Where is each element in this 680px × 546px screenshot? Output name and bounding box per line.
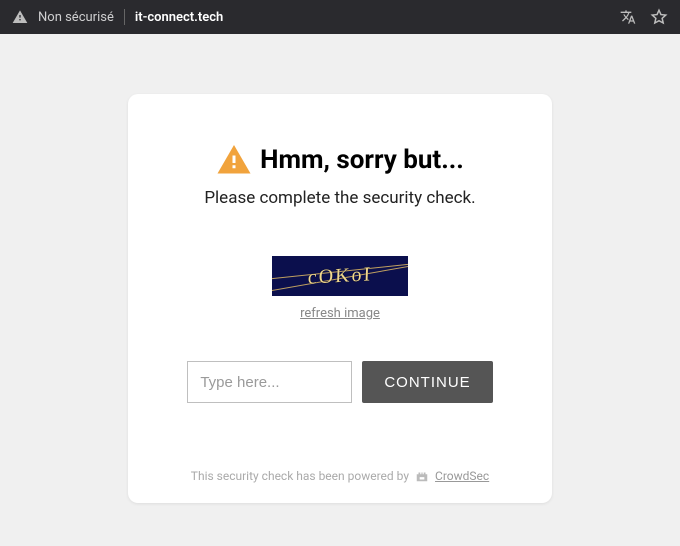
address-right [620,8,668,26]
page-subtitle: Please complete the security check. [164,188,516,208]
captcha-block: cOKoI refresh image [164,256,516,321]
translate-icon[interactable] [620,9,636,25]
address-divider [124,9,125,25]
warning-triangle-icon [216,142,252,178]
address-left: Non sécurisé it-connect.tech [12,9,620,25]
captcha-input-row: CONTINUE [164,361,516,403]
bookmark-star-icon[interactable] [650,8,668,26]
captcha-input[interactable] [187,361,352,403]
security-status-label: Non sécurisé [38,10,114,25]
page-body: Hmm, sorry but... Please complete the se… [0,34,680,503]
castle-icon [415,469,429,483]
page-title: Hmm, sorry but... [260,145,464,175]
refresh-captcha-link[interactable]: refresh image [300,306,380,321]
captcha-card: Hmm, sorry but... Please complete the se… [128,94,552,503]
heading-row: Hmm, sorry but... [164,142,516,178]
insecure-warning-icon [12,9,28,25]
crowdsec-link[interactable]: CrowdSec [435,469,489,483]
continue-button[interactable]: CONTINUE [362,361,492,403]
browser-address-bar: Non sécurisé it-connect.tech [0,0,680,34]
footer-text: This security check has been powered by [191,469,409,483]
captcha-text: cOKoI [272,256,408,296]
captcha-image: cOKoI [272,256,408,296]
card-footer: This security check has been powered by … [164,469,516,483]
address-domain[interactable]: it-connect.tech [135,10,223,25]
